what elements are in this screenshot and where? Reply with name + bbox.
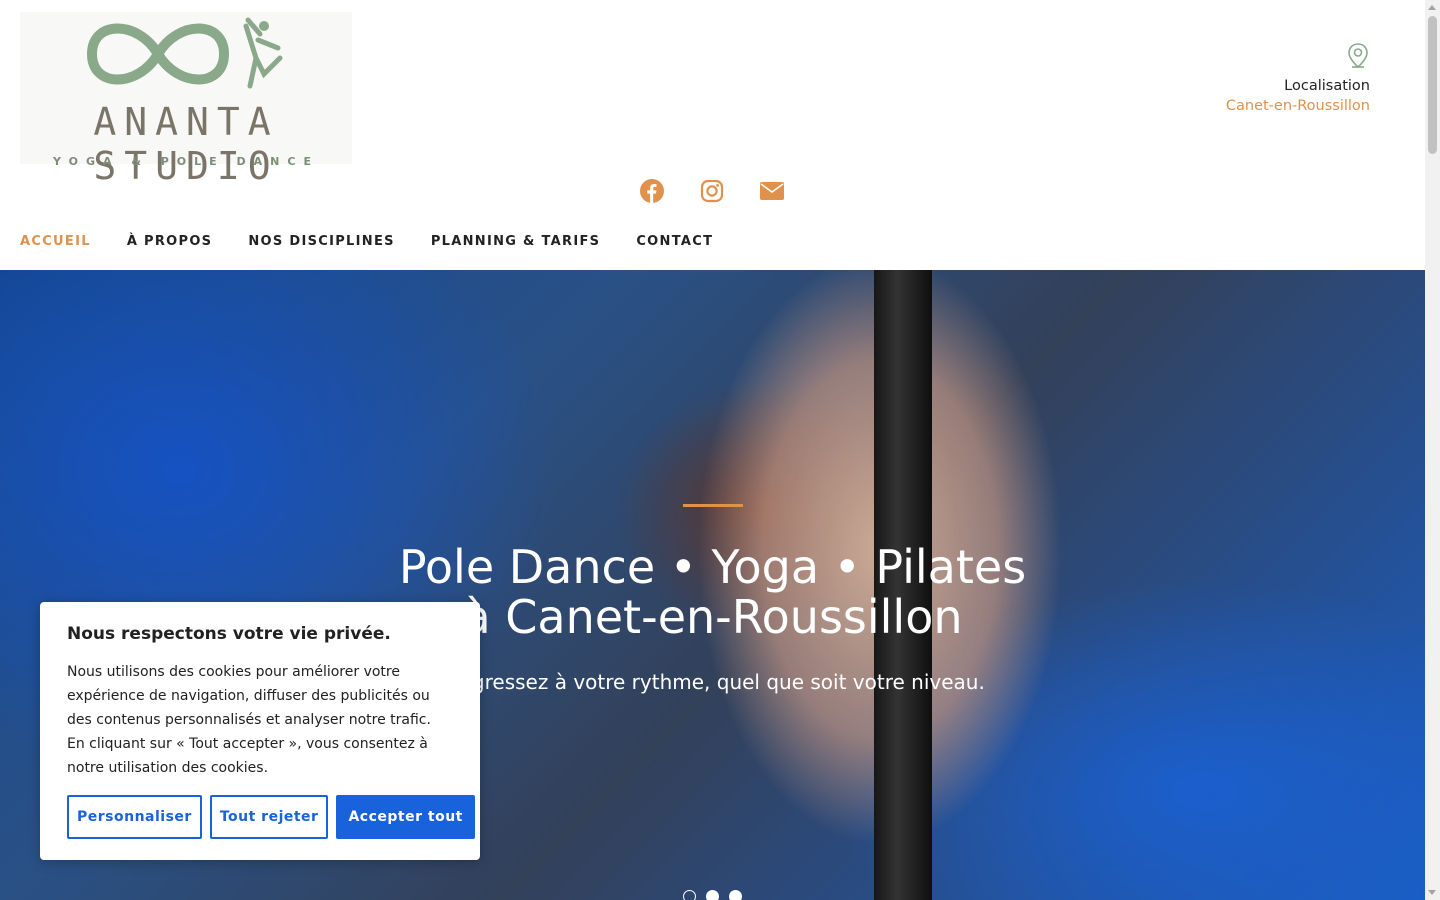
cookie-body: Nous utilisons des cookies pour améliore… bbox=[67, 664, 431, 776]
hero-accent-line bbox=[683, 504, 743, 507]
location-block: Localisation Canet-en-Roussillon bbox=[1226, 42, 1370, 114]
map-pin-icon bbox=[1348, 43, 1368, 69]
page-scrollbar[interactable] bbox=[1425, 0, 1440, 900]
nav-item-planning-tarifs[interactable]: PLANNING & TARIFS bbox=[431, 234, 601, 249]
slider-dot-3[interactable] bbox=[729, 890, 742, 900]
hero-title-line1: Pole Dance • Yoga • Pilates bbox=[398, 540, 1027, 594]
logo-title: ANANTA STUDIO bbox=[93, 100, 279, 188]
scroll-thumb[interactable] bbox=[1428, 16, 1437, 154]
facebook-icon[interactable] bbox=[640, 178, 664, 204]
hero-title-line2: à Canet-en-Roussillon bbox=[462, 590, 963, 644]
social-links bbox=[640, 178, 784, 204]
main-nav: ACCUEIL À PROPOS NOS DISCIPLINES PLANNIN… bbox=[20, 234, 713, 249]
nav-item-nos-disciplines[interactable]: NOS DISCIPLINES bbox=[248, 234, 394, 249]
instagram-icon[interactable] bbox=[700, 178, 724, 204]
nav-item-accueil[interactable]: ACCUEIL bbox=[20, 234, 91, 249]
cookie-reject-button[interactable]: Tout rejeter bbox=[209, 795, 329, 839]
location-label: Localisation bbox=[1284, 78, 1370, 94]
email-icon[interactable] bbox=[760, 178, 784, 204]
infinity-dancer-logo-icon bbox=[86, 17, 283, 89]
cookie-actions: Personnaliser Tout rejeter Accepter tout bbox=[67, 795, 475, 839]
scroll-down-arrow-icon[interactable] bbox=[1428, 890, 1436, 895]
cookie-accept-button[interactable]: Accepter tout bbox=[336, 795, 475, 839]
site-logo[interactable]: ANANTA STUDIO YOGA & POLE DANCE bbox=[20, 12, 352, 188]
scroll-up-arrow-icon[interactable] bbox=[1428, 5, 1436, 10]
slider-dots bbox=[683, 890, 742, 900]
slider-dot-2[interactable] bbox=[706, 890, 719, 900]
nav-item-contact[interactable]: CONTACT bbox=[636, 234, 713, 249]
slider-dot-1[interactable] bbox=[683, 890, 696, 900]
site-header: ANANTA STUDIO YOGA & POLE DANCE Localisa… bbox=[0, 0, 1425, 270]
cookie-consent-banner: Nous respectons votre vie privée. Nous u… bbox=[40, 602, 480, 860]
logo-subtitle: YOGA & POLE DANCE bbox=[53, 155, 319, 168]
cookie-customize-button[interactable]: Personnaliser bbox=[67, 795, 202, 839]
location-value[interactable]: Canet-en-Roussillon bbox=[1226, 98, 1370, 114]
cookie-heading: Nous respectons votre vie privée. bbox=[67, 624, 391, 644]
nav-item-a-propos[interactable]: À PROPOS bbox=[127, 234, 213, 249]
